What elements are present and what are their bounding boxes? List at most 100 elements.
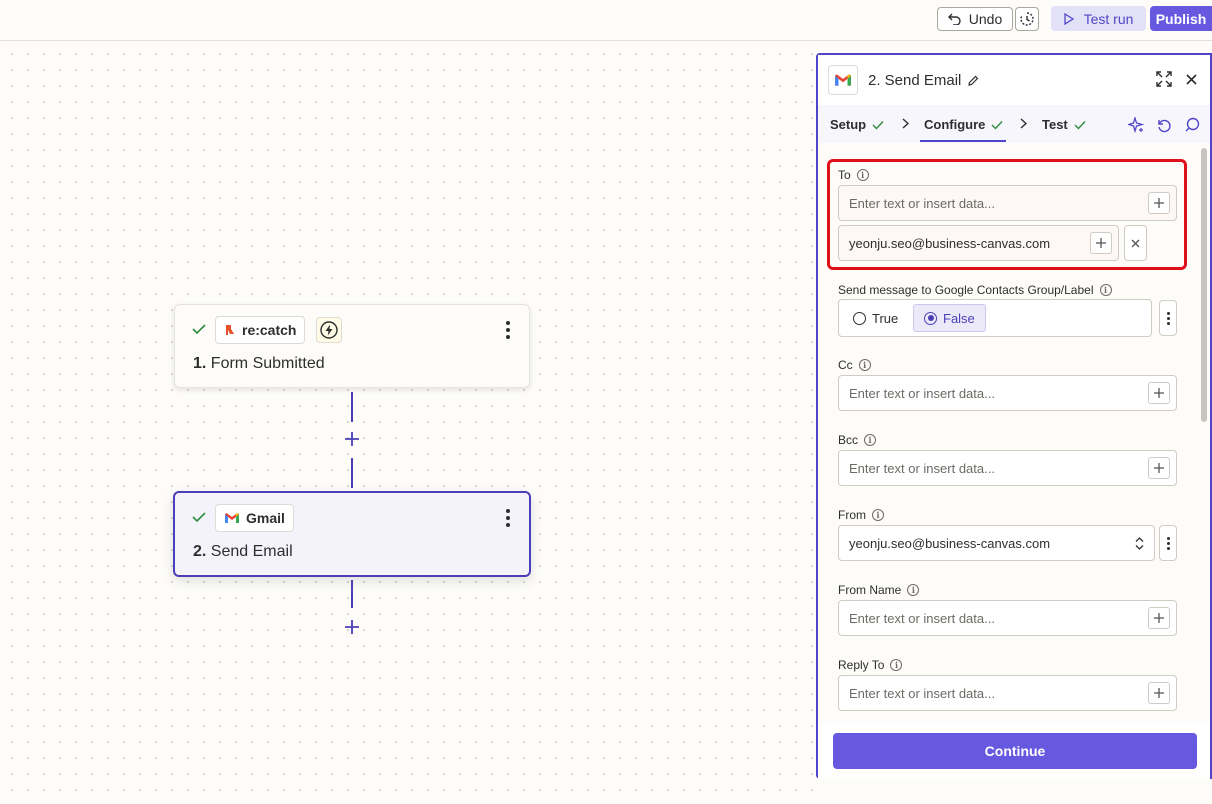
panel-footer: Continue <box>818 723 1210 779</box>
undo-button[interactable]: Undo <box>937 7 1013 31</box>
check-icon <box>191 322 207 336</box>
play-icon <box>1063 12 1074 25</box>
label-text: Bcc <box>838 433 859 447</box>
radio-option-true[interactable]: True <box>843 304 908 332</box>
field-options-kebab-icon[interactable] <box>1159 300 1177 336</box>
label-text: From Name <box>838 583 902 597</box>
plus-icon <box>1154 613 1164 623</box>
sparkle-icon[interactable] <box>1128 117 1144 133</box>
from-select[interactable]: yeonju.seo@business-canvas.com <box>838 525 1155 561</box>
placeholder-text: Enter text or insert data... <box>849 685 995 701</box>
connector-line <box>351 580 353 608</box>
test-run-button[interactable]: Test run <box>1051 6 1146 31</box>
tab-configure[interactable]: Configure <box>924 117 1003 132</box>
comment-icon[interactable] <box>1184 117 1200 133</box>
info-icon[interactable]: i <box>890 659 903 671</box>
config-form: To i Enter text or insert data... yeonju… <box>818 143 1210 723</box>
bolt-icon <box>320 321 338 339</box>
radio-label: True <box>872 310 899 326</box>
plus-icon <box>1154 388 1164 398</box>
step-number: 1. <box>193 355 207 372</box>
placeholder-text: Enter text or insert data... <box>849 610 995 626</box>
from-name-input[interactable]: Enter text or insert data... <box>838 600 1177 636</box>
workflow-canvas[interactable]: re:catch 1. Form Submitted Gmail 2. Send… <box>0 42 816 804</box>
label-text: Cc <box>838 358 853 372</box>
field-label-contacts-group: Send message to Google Contacts Group/La… <box>838 283 1112 297</box>
to-input[interactable]: Enter text or insert data... <box>838 185 1177 221</box>
label-text: Send message to Google Contacts Group/La… <box>838 283 1094 297</box>
plus-icon <box>344 619 360 635</box>
add-step-button[interactable] <box>342 617 362 637</box>
bcc-input[interactable]: Enter text or insert data... <box>838 450 1177 486</box>
publish-label: Publish <box>1155 10 1207 27</box>
publish-button[interactable]: Publish <box>1150 6 1212 31</box>
history-icon <box>1019 11 1035 27</box>
info-icon[interactable]: i <box>864 434 877 446</box>
plus-icon <box>1154 688 1164 698</box>
connector-line <box>351 458 353 488</box>
insert-data-button[interactable] <box>1090 232 1112 254</box>
tab-setup[interactable]: Setup <box>830 117 884 132</box>
close-icon[interactable] <box>1186 74 1197 85</box>
insert-data-button[interactable] <box>1148 457 1170 479</box>
radio-option-false[interactable]: False <box>913 304 986 332</box>
cc-input[interactable]: Enter text or insert data... <box>838 375 1177 411</box>
connector-line <box>351 392 353 422</box>
radio-selected-icon <box>924 311 937 325</box>
app-name: re:catch <box>242 322 297 338</box>
plus-icon <box>1154 198 1164 208</box>
placeholder-text: Enter text or insert data... <box>849 385 995 401</box>
panel-title[interactable]: 2. Send Email <box>868 72 979 89</box>
placeholder-text: Enter text or insert data... <box>849 460 995 476</box>
panel-header: 2. Send Email <box>818 55 1210 105</box>
placeholder-text: Enter text or insert data... <box>849 195 995 211</box>
remove-value-button[interactable] <box>1124 225 1147 261</box>
step-card-action[interactable]: Gmail 2. Send Email <box>173 491 531 577</box>
insert-data-button[interactable] <box>1148 682 1170 704</box>
label-text: From <box>838 508 866 522</box>
insert-data-button[interactable] <box>1148 192 1170 214</box>
step-menu-kebab-icon[interactable] <box>505 321 511 339</box>
insert-data-button[interactable] <box>1148 607 1170 629</box>
label-text: To <box>838 168 851 182</box>
field-label-bcc: Bcc i <box>838 433 877 447</box>
insert-data-button[interactable] <box>1148 382 1170 404</box>
trigger-badge <box>316 317 342 343</box>
continue-button[interactable]: Continue <box>833 733 1197 769</box>
to-value-item[interactable]: yeonju.seo@business-canvas.com <box>838 225 1119 261</box>
info-icon[interactable]: i <box>856 169 869 181</box>
pencil-icon[interactable] <box>967 75 979 87</box>
field-label-from-name: From Name i <box>838 583 920 597</box>
version-history-button[interactable] <box>1015 7 1039 31</box>
close-icon <box>1131 239 1140 248</box>
info-icon[interactable]: i <box>1099 284 1112 296</box>
expand-icon[interactable] <box>1156 71 1172 87</box>
field-options-kebab-icon[interactable] <box>1159 525 1177 561</box>
step-menu-kebab-icon[interactable] <box>505 509 511 527</box>
add-step-button[interactable] <box>342 429 362 449</box>
tab-label: Test <box>1042 117 1068 132</box>
to-value-text: yeonju.seo@business-canvas.com <box>849 235 1051 251</box>
contacts-group-radio: True False <box>838 299 1152 337</box>
radio-label: False <box>943 310 975 326</box>
step-title: 1. Form Submitted <box>193 355 325 373</box>
panel-title-text: 2. Send Email <box>868 72 962 89</box>
step-config-panel: 2. Send Email Setup Configure Test To i … <box>816 53 1212 779</box>
undo-label: Undo <box>968 11 1003 27</box>
info-icon[interactable]: i <box>858 359 871 371</box>
selected-value: yeonju.seo@business-canvas.com <box>849 535 1051 551</box>
tab-test[interactable]: Test <box>1042 117 1086 132</box>
panel-scrollbar[interactable] <box>1201 148 1207 422</box>
step-card-trigger[interactable]: re:catch 1. Form Submitted <box>174 304 530 388</box>
chevron-right-icon <box>1020 118 1027 129</box>
refresh-icon[interactable] <box>1156 117 1172 133</box>
tab-label: Setup <box>830 117 867 132</box>
step-tabs: Setup Configure Test <box>818 105 1210 143</box>
info-icon[interactable]: i <box>872 509 884 521</box>
radio-circle-icon <box>853 311 866 325</box>
field-label-to: To i <box>838 168 869 182</box>
info-icon[interactable]: i <box>907 584 920 596</box>
reply-to-input[interactable]: Enter text or insert data... <box>838 675 1177 711</box>
app-name: Gmail <box>246 510 285 526</box>
field-label-reply-to: Reply To i <box>838 658 903 672</box>
